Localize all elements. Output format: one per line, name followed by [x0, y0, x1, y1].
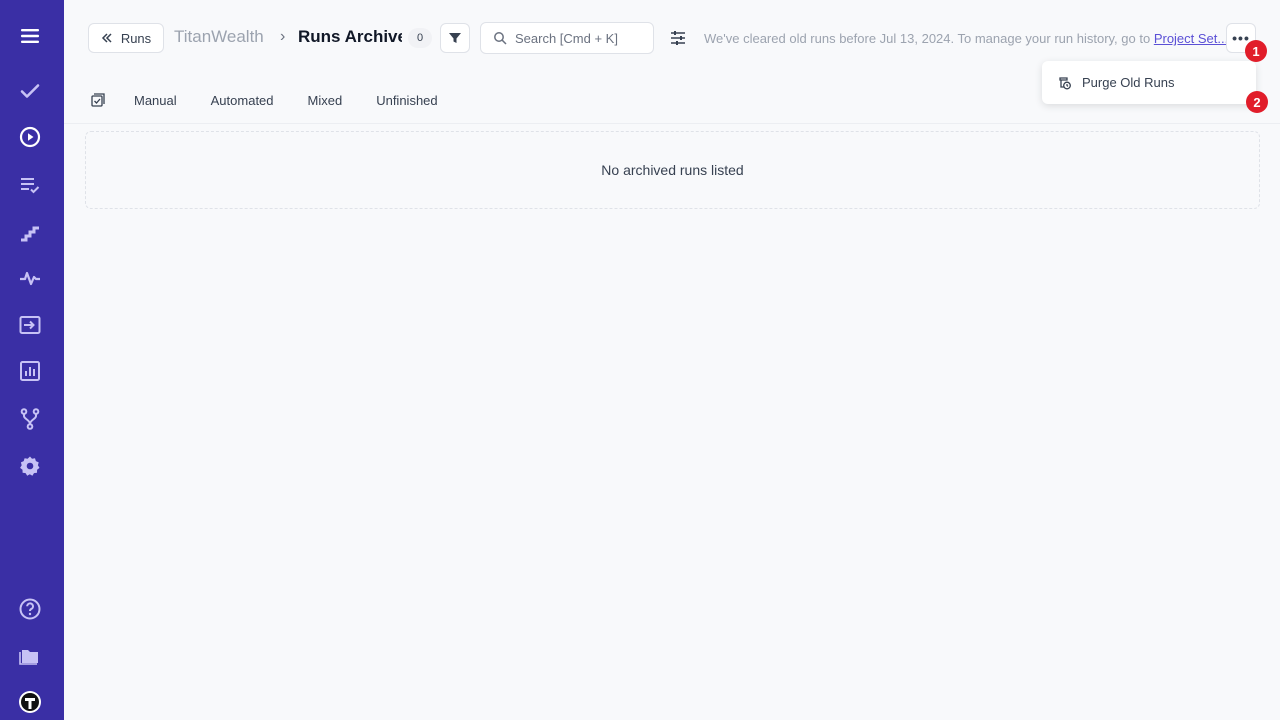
- back-button-label: Runs: [120, 30, 152, 46]
- purge-old-runs-label: Purge Old Runs: [1082, 75, 1175, 90]
- step-marker-2: 2: [1246, 91, 1268, 113]
- purge-old-runs-menu-item[interactable]: Purge Old Runs: [1042, 61, 1256, 104]
- empty-state-message: No archived runs listed: [601, 162, 744, 178]
- sidebar: [0, 0, 64, 720]
- history-info-text: We've cleared old runs before Jul 13, 20…: [704, 31, 1228, 46]
- step-marker-1: 1: [1245, 40, 1267, 62]
- view-settings-button[interactable]: [668, 28, 688, 48]
- gear-icon[interactable]: [17, 453, 43, 479]
- filter-icon: [449, 33, 461, 43]
- tab-bar: Manual Automated Mixed Unfinished: [90, 88, 472, 112]
- tab-manual[interactable]: Manual: [134, 93, 177, 108]
- tab-unfinished[interactable]: Unfinished: [376, 93, 437, 108]
- purge-icon: [1059, 76, 1071, 89]
- help-icon[interactable]: [17, 596, 43, 622]
- tabs-divider: [64, 123, 1280, 124]
- play-circle-icon[interactable]: [17, 124, 43, 150]
- empty-state: No archived runs listed: [85, 131, 1260, 209]
- back-to-runs-button[interactable]: Runs: [88, 23, 164, 53]
- branch-icon[interactable]: [17, 406, 43, 432]
- tab-automated[interactable]: Automated: [211, 93, 274, 108]
- bar-chart-icon[interactable]: [17, 358, 43, 384]
- history-info-message: We've cleared old runs before Jul 13, 20…: [704, 31, 1154, 46]
- breadcrumb-project[interactable]: TitanWealth: [174, 27, 264, 47]
- page-title: Runs Archive: [298, 27, 402, 46]
- project-settings-link[interactable]: Project Set...: [1154, 31, 1228, 46]
- sliders-icon: [671, 31, 685, 45]
- breadcrumb-separator: ›: [280, 28, 286, 45]
- pulse-icon[interactable]: [17, 265, 43, 291]
- double-chevron-left-icon: [101, 33, 112, 43]
- menu-icon[interactable]: [17, 23, 43, 49]
- avatar-icon[interactable]: [17, 689, 43, 715]
- count-badge: 0: [408, 28, 432, 48]
- filter-button[interactable]: [440, 23, 470, 53]
- folder-icon[interactable]: [17, 643, 43, 669]
- main-area: Runs TitanWealth › Runs Archive 0 We've …: [64, 0, 1280, 720]
- checklist-icon[interactable]: [17, 172, 43, 198]
- steps-icon[interactable]: [17, 219, 43, 245]
- import-icon[interactable]: [17, 312, 43, 338]
- search-input[interactable]: [515, 30, 645, 46]
- select-all-icon[interactable]: [90, 92, 106, 108]
- search-icon: [494, 32, 507, 45]
- search-box[interactable]: [480, 22, 654, 54]
- tab-mixed[interactable]: Mixed: [308, 93, 343, 108]
- check-icon[interactable]: [17, 78, 43, 104]
